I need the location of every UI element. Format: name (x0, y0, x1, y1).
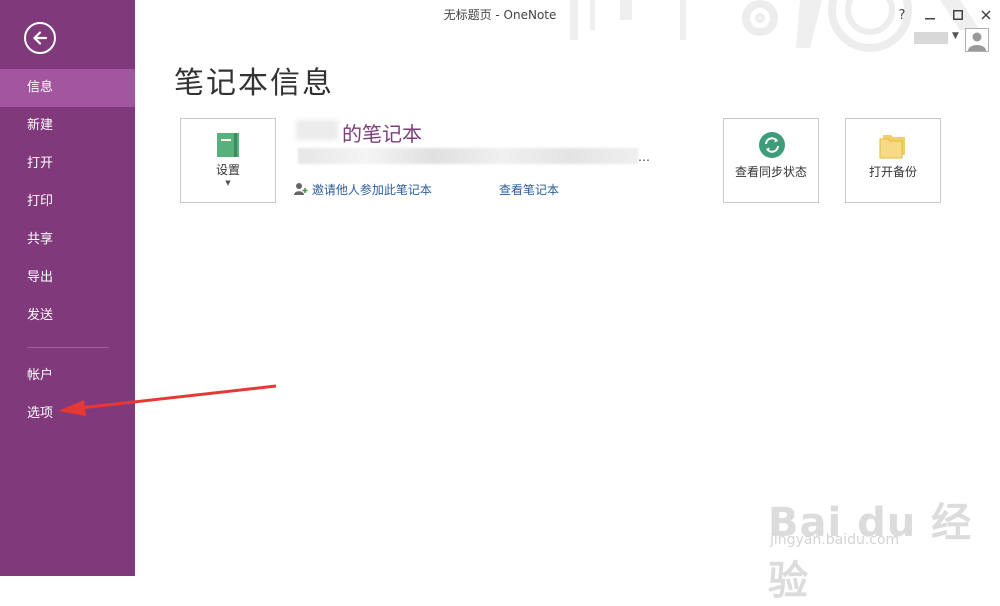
page-title: 笔记本信息 (174, 66, 334, 101)
sidebar-item-open[interactable]: 打开 (0, 145, 135, 183)
open-backups-label: 打开备份 (868, 165, 917, 179)
path-ellipsis: … (638, 150, 650, 164)
chevron-down-icon: ▼ (225, 179, 231, 187)
window-controls: ? (888, 0, 1000, 30)
sidebar-item-print[interactable]: 打印 (0, 183, 135, 221)
sidebar-item-info[interactable]: 信息 (0, 69, 135, 107)
user-icon (968, 32, 986, 51)
add-person-icon (294, 183, 308, 195)
sync-status-label: 查看同步状态 (734, 165, 807, 179)
maximize-button[interactable] (944, 0, 972, 30)
sidebar-item-options[interactable]: 选项 (0, 395, 135, 433)
sidebar-item-new[interactable]: 新建 (0, 107, 135, 145)
invite-link-label: 邀请他人参加此笔记本 (311, 183, 432, 197)
sidebar-item-account[interactable]: 帐户 (0, 357, 135, 395)
notebook-path-blurred (298, 148, 638, 164)
watermark-url: jingyan.baidu.com (770, 532, 900, 548)
settings-button[interactable]: 设置 ▼ (180, 118, 276, 203)
window-title: 无标题页 - OneNote (443, 8, 557, 22)
invite-link[interactable]: 邀请他人参加此笔记本 (294, 181, 432, 198)
notebook-name: 的笔记本 (342, 122, 422, 146)
notebook-icon (217, 133, 239, 157)
maximize-icon (953, 10, 963, 20)
folder-icon (879, 135, 905, 159)
redacted-owner (296, 120, 338, 140)
sidebar-item-share[interactable]: 共享 (0, 221, 135, 259)
sidebar-item-export[interactable]: 导出 (0, 259, 135, 297)
settings-label: 设置 (215, 163, 240, 177)
account-dropdown-icon[interactable]: ▼ (952, 31, 959, 41)
sync-icon (759, 132, 785, 158)
view-notebook-link[interactable]: 查看笔记本 (499, 181, 559, 198)
minimize-icon (925, 18, 935, 20)
backstage-sidebar: 信息 新建 打开 打印 共享 导出 发送 帐户 选项 (0, 0, 135, 576)
back-button[interactable] (24, 22, 56, 54)
sidebar-divider (27, 347, 109, 348)
back-arrow-icon (32, 31, 48, 45)
sidebar-item-send[interactable]: 发送 (0, 297, 135, 335)
open-backups-button[interactable]: 打开备份 (845, 118, 941, 203)
view-sync-status-button[interactable]: 查看同步状态 (723, 118, 819, 203)
watermark-logo: Bai du 经验 (768, 500, 973, 604)
account-name-blurred[interactable] (914, 32, 948, 44)
avatar[interactable] (965, 28, 989, 52)
close-button[interactable] (972, 0, 1000, 30)
minimize-button[interactable] (916, 0, 944, 30)
help-button[interactable]: ? (888, 0, 916, 30)
close-icon (981, 10, 991, 20)
